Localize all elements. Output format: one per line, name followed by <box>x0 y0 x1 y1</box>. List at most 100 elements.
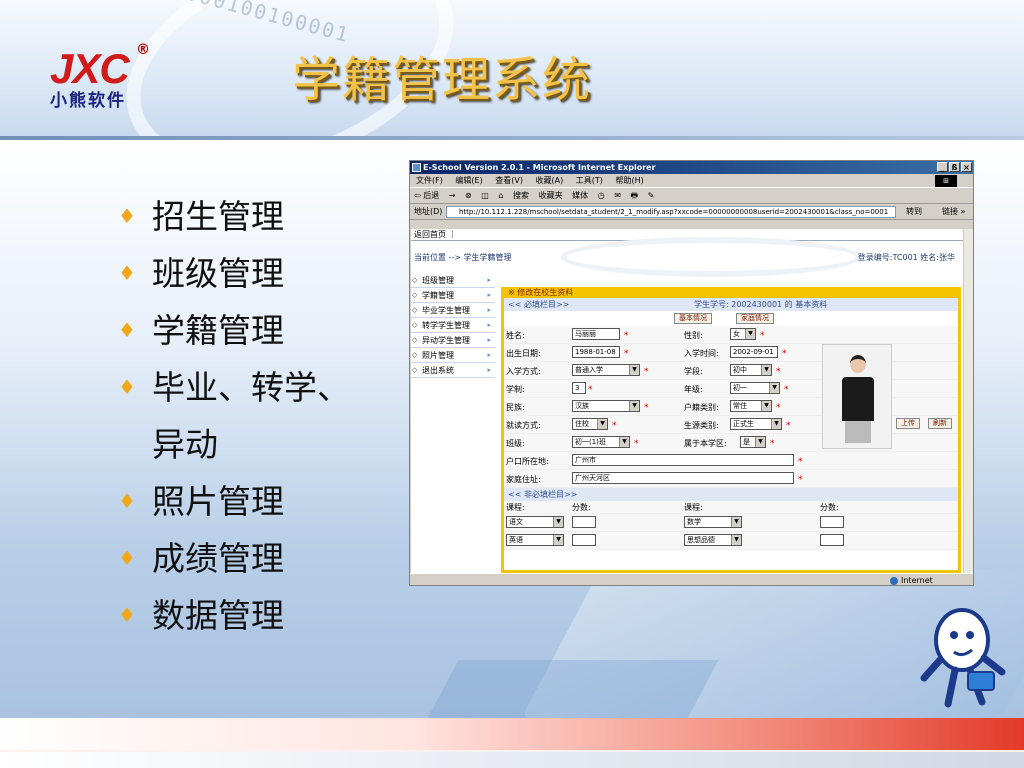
media-button[interactable]: 媒体 <box>572 191 588 200</box>
score-label: 分数: <box>572 503 591 512</box>
hukou-place-label: 户口所在地: <box>506 457 549 466</box>
mail-icon[interactable]: ✉ <box>614 191 621 200</box>
gender-label: 性别: <box>684 331 703 340</box>
required-mark: * <box>798 457 803 467</box>
diamond-bullet-icon: ♦ <box>118 603 136 627</box>
menu-favorites[interactable]: 收藏(A) <box>536 176 564 185</box>
refresh-icon[interactable]: ◫ <box>481 191 489 200</box>
menu-edit[interactable]: 编辑(E) <box>455 176 482 185</box>
course-select[interactable]: 英语 <box>506 534 564 546</box>
nav-item-logout[interactable]: 退出系统 <box>411 363 495 378</box>
years-label: 学制: <box>506 385 525 394</box>
web-page: 返回首页 ｜ 当前位置 --> 学生学籍管理 登录编号:TC001 姓名:张华 … <box>411 229 963 573</box>
address-input[interactable]: http://10.112.1.228/mschool/setdata_stud… <box>446 206 896 218</box>
required-mark: * <box>644 403 649 413</box>
course-label: 课程: <box>506 503 525 512</box>
class-select[interactable]: 初一(1)班 <box>572 436 630 448</box>
history-icon[interactable]: ◷ <box>598 191 605 200</box>
nav-item-changes[interactable]: 异动学生管理 <box>411 333 495 348</box>
required-mark: * <box>784 385 789 395</box>
address-field[interactable]: 广州天河区 <box>572 472 794 484</box>
favorites-button[interactable]: 收藏夹 <box>539 191 563 200</box>
enroll-field[interactable]: 2002-09-01 <box>730 346 778 358</box>
optional-section: << 非必填栏目>> <box>504 488 958 501</box>
minimize-button[interactable]: _ <box>937 162 948 172</box>
score-field[interactable] <box>820 516 844 528</box>
mode-select[interactable]: 普通入学 <box>572 364 640 376</box>
score-field[interactable] <box>572 516 596 528</box>
score-field[interactable] <box>820 534 844 546</box>
diamond-bullet-icon: ♦ <box>118 375 136 399</box>
name-field[interactable]: 马丽丽 <box>572 328 620 340</box>
photo-legs <box>845 421 871 443</box>
district-label: 属于本学区: <box>684 439 727 448</box>
decorative-keyboard-shape <box>421 660 719 718</box>
years-field[interactable]: 3 <box>572 382 586 394</box>
course-select[interactable]: 语文 <box>506 516 564 528</box>
back-button[interactable]: ⇦ 后退 <box>414 191 439 200</box>
maximize-button[interactable]: ß <box>949 162 960 172</box>
district-select[interactable]: 是 <box>740 436 766 448</box>
address-bar: 地址(D) http://10.112.1.228/mschool/setdat… <box>410 204 973 220</box>
birth-field[interactable]: 1988-01-08 <box>572 346 620 358</box>
menu-tools[interactable]: 工具(T) <box>576 176 603 185</box>
list-item-continued: 异动 <box>152 425 218 464</box>
hukou-place-field[interactable]: 广州市 <box>572 454 794 466</box>
form-tabs: 基本情况 家庭情况 <box>504 311 958 326</box>
home-icon[interactable]: ⌂ <box>498 191 503 200</box>
required-mark: * <box>776 403 781 413</box>
slide-title: 学籍管理系统 <box>292 52 593 108</box>
tab-family[interactable]: 家庭情况 <box>736 313 774 324</box>
course-select[interactable]: 思想品德 <box>684 534 742 546</box>
edit-icon[interactable]: ✎ <box>648 191 655 200</box>
gender-select[interactable]: 女 <box>730 328 756 340</box>
vertical-scrollbar[interactable] <box>963 229 973 573</box>
menu-file[interactable]: 文件(F) <box>416 176 443 185</box>
slide-header: 1000100100001 JXC ® 小熊软件 学籍管理系统 <box>0 0 1024 140</box>
class-label: 班级: <box>506 439 525 448</box>
footer-stripe <box>0 718 1024 750</box>
photo-head <box>850 355 866 373</box>
menu-help[interactable]: 帮助(H) <box>615 176 643 185</box>
logo-brand: JXC <box>50 45 130 92</box>
nav-item-photos[interactable]: 照片管理 <box>411 348 495 363</box>
photo-body <box>842 377 874 421</box>
list-item: ♦ 毕业、转学、 <box>118 359 350 416</box>
tab-basic[interactable]: 基本情况 <box>674 313 712 324</box>
source-select[interactable]: 正式生 <box>730 418 782 430</box>
course-select[interactable]: 数学 <box>684 516 742 528</box>
ethnic-select[interactable]: 汉族 <box>572 400 640 412</box>
forward-button[interactable]: → <box>449 191 456 200</box>
list-item: ♦ 照片管理 <box>118 473 350 530</box>
menu-view[interactable]: 查看(V) <box>495 176 523 185</box>
login-info: 登录编号:TC001 姓名:张华 <box>857 253 955 262</box>
browser-menubar: 文件(F) 编辑(E) 查看(V) 收藏(A) 工具(T) 帮助(H) ⊞ <box>410 174 973 188</box>
upload-button[interactable]: 上传 <box>896 418 920 429</box>
required-mark: * <box>634 439 639 449</box>
links-button[interactable]: 链接 » <box>942 204 965 219</box>
nav-item-transfer[interactable]: 转学学生管理 <box>411 318 495 333</box>
refresh-button[interactable]: 刷新 <box>928 418 952 429</box>
nav-item-records[interactable]: 学籍管理 <box>411 288 495 303</box>
ie-logo-icon <box>412 163 421 172</box>
score-field[interactable] <box>572 534 596 546</box>
student-form: ※ 修改在校生资料 << 必填栏目>> 学生学号: 2002430001 的 基… <box>501 287 961 573</box>
stage-select[interactable]: 初中 <box>730 364 772 376</box>
required-mark: * <box>624 331 629 341</box>
print-icon[interactable]: 🖶 <box>630 191 638 200</box>
search-button[interactable]: 搜索 <box>513 191 529 200</box>
stop-icon[interactable]: ⊗ <box>465 191 472 200</box>
birth-label: 出生日期: <box>506 349 541 358</box>
status-bar: Internet <box>410 573 973 585</box>
required-section: << 必填栏目>> 学生学号: 2002430001 的 基本资料 <box>504 298 958 311</box>
grade-select[interactable]: 初一 <box>730 382 780 394</box>
close-button[interactable]: × <box>961 162 972 172</box>
study-select[interactable]: 住校 <box>572 418 608 430</box>
nav-item-graduates[interactable]: 毕业学生管理 <box>411 303 495 318</box>
grade-label: 年级: <box>684 385 703 394</box>
company-logo: JXC ® 小熊软件 <box>50 42 150 112</box>
hukou-select[interactable]: 常住 <box>730 400 772 412</box>
go-button[interactable]: 转到 <box>906 204 922 219</box>
required-mark: * <box>644 367 649 377</box>
nav-item-class[interactable]: 班级管理 <box>411 273 495 288</box>
